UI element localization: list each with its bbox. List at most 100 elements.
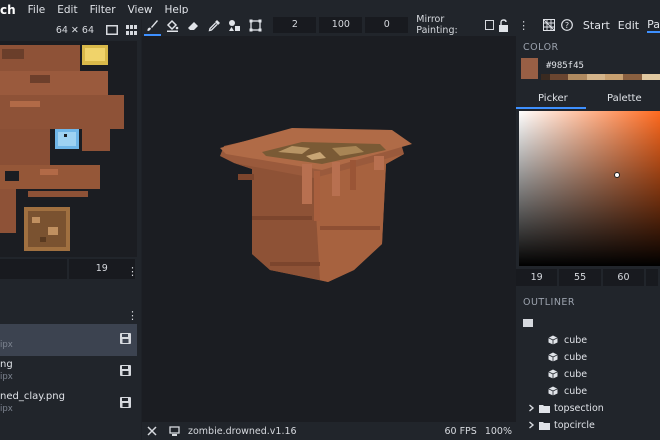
brush-tool-button[interactable] [142,14,163,36]
uv-offset-fields: 19 [0,259,137,279]
outliner-group[interactable]: topcircle [528,418,595,432]
lock-alpha-button[interactable] [494,14,512,36]
model-filename: zombie.drowned.v1.16 [188,425,297,437]
hsv-extra-field[interactable] [646,269,658,286]
texture-size: ipx [0,404,13,414]
chevron-right-icon[interactable] [528,421,535,429]
recent-colors-strip[interactable] [541,74,660,80]
uv-texture-canvas[interactable] [0,41,137,257]
mode-tab-start[interactable]: Start [583,19,610,32]
paint-toolbar: 2 100 0 Mirror Painting: ⋮ ? Start Edit … [142,14,660,36]
menu-edit[interactable]: Edit [51,4,83,16]
uv-offset-y-input[interactable]: 19 [68,259,135,279]
texture-item[interactable]: ipx [0,324,137,356]
status-bar: zombie.drowned.v1.16 60 FPS 100% [142,422,516,440]
picker-handle[interactable] [614,172,620,178]
fps-counter: 60 FPS [444,425,477,437]
tab-picker[interactable]: Picker [538,93,568,104]
outliner-item[interactable]: cube [548,367,587,381]
folder-icon [539,421,550,430]
color-picker-tool-button[interactable] [204,14,225,36]
menu-filter[interactable]: Filter [84,4,122,16]
3d-viewport[interactable] [142,36,516,422]
mirror-painting-label: Mirror Painting: [416,14,458,36]
outliner-group[interactable]: topsection [528,401,604,415]
color-saturation-picker[interactable] [519,111,660,266]
hue-input[interactable]: 19 [516,269,558,286]
unlock-icon [498,18,508,32]
saturation-input[interactable]: 55 [559,269,601,286]
cube-icon [548,369,558,379]
outliner-group-label: topcircle [554,419,595,431]
texture-item[interactable]: ng ipx [0,356,137,388]
grid-view-icon[interactable] [126,25,137,35]
chevron-right-icon[interactable] [528,404,535,412]
uv-texture-preview [0,41,137,257]
texture-name: ned_clay.png [0,391,65,402]
help-button[interactable]: ? [559,14,575,36]
left-panel: 64 ✕ 64 19 ⋮ ⋮ ipx ng ipx ned_clay.png i… [0,19,141,440]
mirror-painting-checkbox[interactable] [485,20,495,30]
cube-icon [548,386,558,396]
outliner-item-label: cube [564,334,588,346]
save-icon[interactable] [120,365,131,376]
brush-size-input[interactable]: 2 [273,17,317,33]
brush-softness-input[interactable]: 0 [365,17,409,33]
zoom-level: 100% [484,425,512,437]
color-panel-title: COLOR [523,42,559,53]
texture-name: ng [0,359,13,370]
uv-offset-x-input[interactable] [0,259,67,279]
tab-palette[interactable]: Palette [607,93,642,104]
outliner-item-label: cube [564,368,588,380]
value-input[interactable]: 60 [602,269,645,286]
current-color-swatch[interactable] [521,58,538,79]
outliner-item[interactable]: cube [548,384,587,398]
collapse-all-button[interactable] [523,319,533,327]
outliner-group-label: topsection [554,402,604,414]
model-file-icon [169,425,180,436]
outliner-item[interactable]: cube [548,333,587,347]
app-title: ch [0,2,16,17]
mode-tab-paint[interactable]: Pa [647,18,660,33]
eraser-tool-button[interactable] [183,14,204,36]
textures-panel-more-icon[interactable]: ⋮ [127,309,138,322]
active-tab-indicator [516,107,586,109]
selection-icon [249,19,262,31]
outliner-item-label: cube [564,351,588,363]
texture-list: ipx ng ipx ned_clay.png ipx [0,324,137,420]
outliner-item[interactable]: cube [548,350,587,364]
outliner-title: OUTLINER [523,297,576,308]
texture-size: ipx [0,372,13,382]
uv-size-label: 64 ✕ 64 [55,24,94,36]
menu-file[interactable]: File [22,4,52,16]
save-icon[interactable] [120,333,131,344]
outliner-item-label: cube [564,385,588,397]
folder-icon [539,404,550,413]
shapes-icon [229,19,241,31]
fullscreen-icon[interactable] [106,25,118,35]
brush-opacity-input[interactable]: 100 [319,17,363,33]
texture-size: ipx [0,340,13,350]
uv-panel-more-icon[interactable]: ⋮ [127,265,138,278]
svg-text:?: ? [565,21,569,30]
uv-editor-header: 64 ✕ 64 [0,19,141,41]
grid-icon [542,19,555,31]
cube-icon [548,352,558,362]
selection-tool-button[interactable] [245,14,266,36]
texture-item[interactable]: ned_clay.png ipx [0,388,137,420]
pixel-grid-button[interactable] [539,14,559,36]
eraser-icon [187,21,198,30]
help-icon: ? [560,19,573,31]
flower-pot-model [220,128,412,282]
hsv-fields: 19 55 60 [516,269,660,286]
color-hex-value[interactable]: #985f45 [546,61,584,71]
shape-tool-button[interactable] [224,14,245,36]
toolbar-more-icon[interactable]: ⋮ [518,19,529,32]
right-panel: COLOR #985f45 Picker Palette 19 55 60 OU… [516,36,660,440]
brush-icon [147,19,158,31]
fill-tool-button[interactable] [163,14,184,36]
cube-icon [548,335,558,345]
mode-tab-edit[interactable]: Edit [618,19,639,32]
close-icon[interactable] [147,426,157,436]
save-icon[interactable] [120,397,131,408]
